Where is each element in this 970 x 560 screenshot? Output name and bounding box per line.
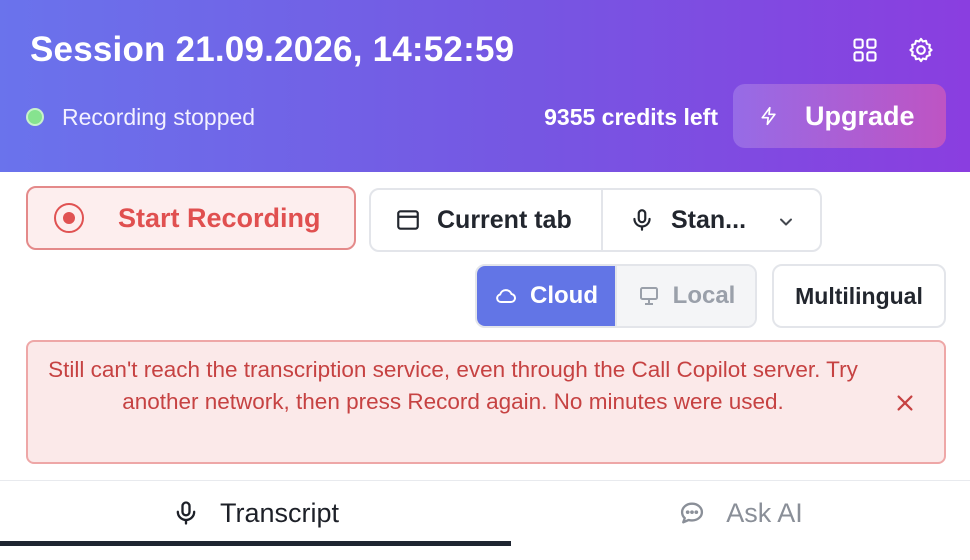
multilingual-label: Multilingual: [795, 282, 923, 309]
recording-status: Recording stopped: [26, 102, 255, 132]
close-icon[interactable]: [894, 392, 916, 414]
mode-local-label: Local: [672, 282, 736, 309]
session-title: Session 21.09.2026, 14:52:59: [30, 30, 515, 69]
microphone-label: Stan...: [671, 205, 747, 234]
cloud-icon: [496, 289, 516, 304]
status-dot: [26, 108, 44, 126]
microphone-icon: [633, 209, 651, 231]
lightning-icon: [761, 106, 776, 126]
record-icon: [54, 203, 84, 233]
tab-ask-ai[interactable]: Ask AI: [511, 482, 970, 544]
status-text: Recording stopped: [62, 103, 256, 130]
grid-icon[interactable]: [849, 34, 881, 66]
mode-cloud-label: Cloud: [530, 282, 598, 309]
transcription-mode-toggle: Cloud Local: [475, 264, 757, 328]
error-message: Still can't reach the transcription serv…: [48, 357, 858, 414]
multilingual-button[interactable]: Multilingual: [772, 264, 946, 328]
tab-transcript[interactable]: Transcript: [0, 482, 511, 544]
start-recording-button[interactable]: Start Recording: [26, 186, 356, 250]
current-tab-button[interactable]: Current tab: [371, 190, 603, 250]
error-alert: Still can't reach the transcription serv…: [26, 340, 946, 464]
microphone-select[interactable]: Stan...: [603, 190, 820, 250]
tab-ask-ai-label: Ask AI: [726, 497, 803, 528]
current-tab-label: Current tab: [437, 205, 572, 234]
tabs-divider: [0, 480, 970, 481]
audio-source-selector: Current tab Stan...: [369, 188, 822, 252]
tab-transcript-label: Transcript: [219, 497, 340, 528]
microphone-icon: [176, 501, 196, 525]
upgrade-label: Upgrade: [805, 100, 915, 131]
chevron-down-icon: [780, 218, 792, 226]
credits-left: 9355 credits left: [544, 104, 718, 130]
chat-bubble-icon: [681, 502, 704, 524]
browser-tab-icon: [397, 210, 419, 230]
gear-icon[interactable]: [905, 34, 937, 66]
start-recording-label: Start Recording: [118, 202, 321, 233]
mode-local-button[interactable]: Local: [615, 266, 755, 326]
session-header: Session 21.09.2026, 14:52:59 Recording s…: [0, 0, 970, 172]
monitor-icon: [639, 287, 658, 305]
mode-cloud-button[interactable]: Cloud: [477, 266, 615, 326]
upgrade-button[interactable]: Upgrade: [733, 84, 946, 148]
active-tab-indicator: [0, 541, 511, 546]
